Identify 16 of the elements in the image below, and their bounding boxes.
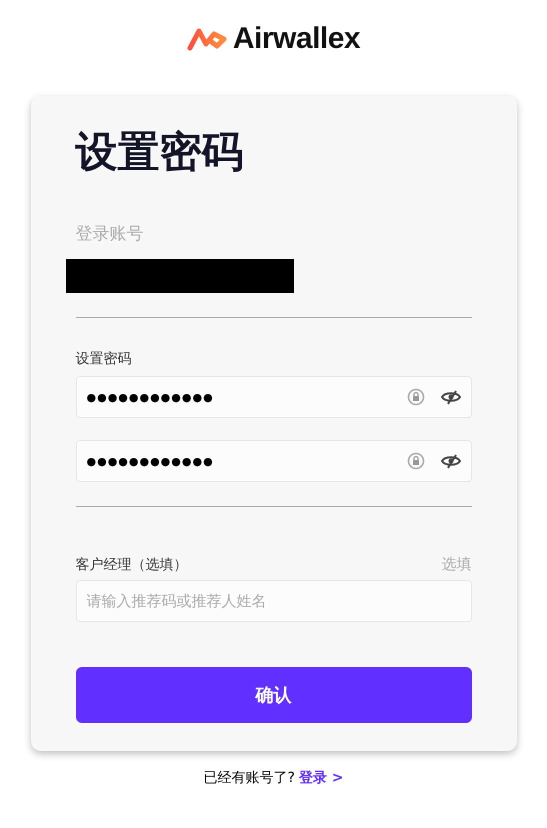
manager-label: 客户经理（选填） [76,556,188,574]
optional-hint: 选填 [442,555,472,574]
password-field[interactable]: ●●●●●●●●●●●● [76,376,472,418]
password-label: 设置密码 [76,351,132,367]
logo-icon [186,26,227,52]
footer-text: 已经有账号了? [203,769,295,787]
eye-off-icon[interactable] [440,453,460,469]
eye-off-icon[interactable] [440,389,460,405]
brand-name: Airwallex [232,22,360,56]
confirm-button[interactable]: 确认 [76,667,472,723]
lock-refresh-icon[interactable] [406,388,424,406]
login-link[interactable]: 登录 > [298,769,344,787]
password-field[interactable]: ●●●●●●●●●●●● [76,440,472,482]
page-title: 设置密码 [76,126,244,178]
lock-refresh-icon[interactable] [406,452,424,470]
account-label: 登录账号 [76,223,144,245]
